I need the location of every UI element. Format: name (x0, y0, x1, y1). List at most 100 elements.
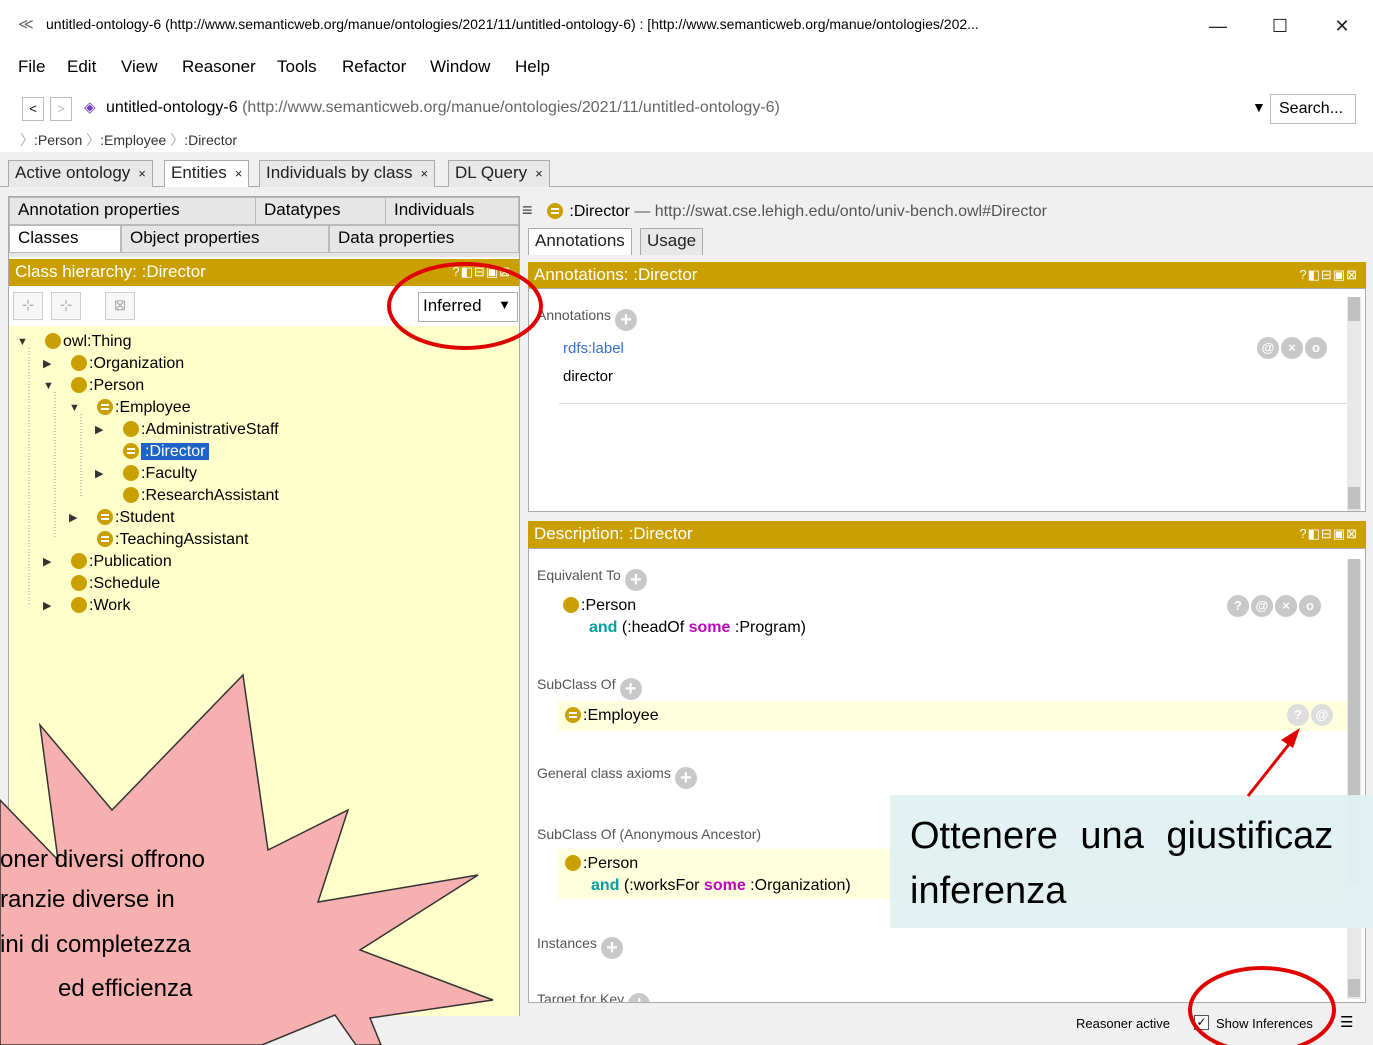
expand-arrow-icon[interactable]: ▶ (43, 552, 51, 572)
tab-individuals-by-class[interactable]: Individuals by class × (259, 160, 436, 187)
subclass-value[interactable]: :Employee (565, 705, 659, 727)
menu-refactor[interactable]: Refactor (342, 57, 406, 77)
ontology-selector[interactable]: untitled-ontology-6 (http://www.semantic… (106, 99, 780, 117)
tab-individuals[interactable]: Individuals (385, 197, 519, 225)
annotation-property[interactable]: rdfs:label (563, 338, 624, 360)
back-button[interactable]: < (22, 97, 44, 121)
tree-node-employee[interactable]: ▼:Employee (69, 398, 191, 418)
description-header: Description: :Director ?◧⊟▣⊠ (528, 521, 1366, 548)
annotation-value: director (563, 368, 614, 385)
delete-icon[interactable]: × (1275, 595, 1297, 617)
tree-node-organization[interactable]: ▶:Organization (43, 354, 184, 374)
tree-node-administrative-staff[interactable]: ▶:AdministrativeStaff (95, 420, 279, 440)
menu-file[interactable]: File (18, 57, 45, 77)
tab-annotations[interactable]: Annotations (528, 228, 632, 255)
view-control-icons[interactable]: ?◧⊟▣⊠ (1299, 526, 1358, 542)
tab-object-properties[interactable]: Object properties (121, 225, 329, 253)
tree-node-teaching-assistant[interactable]: :TeachingAssistant (69, 530, 248, 550)
class-hierarchy-title: Class hierarchy: :Director (15, 262, 206, 281)
view-control-icons[interactable]: ?◧⊟▣⊠ (452, 264, 511, 280)
tab-entities[interactable]: Entities × (164, 160, 250, 187)
menu-edit[interactable]: Edit (67, 57, 96, 77)
forward-button[interactable]: > (50, 97, 72, 121)
equivalent-expression[interactable]: :Person and (:headOf some :Program) (563, 595, 806, 639)
breadcrumb-item[interactable]: :Person (34, 132, 82, 148)
edit-icon[interactable]: o (1299, 595, 1321, 617)
expand-arrow-icon[interactable]: ▶ (69, 508, 77, 528)
add-annotation-icon[interactable]: + (614, 309, 637, 331)
menu-view[interactable]: View (121, 57, 158, 77)
add-subclass-icon[interactable]: ⊹ (13, 292, 43, 320)
log-list-icon[interactable]: ☰ (1340, 1013, 1353, 1031)
expand-arrow-icon[interactable]: ▶ (95, 420, 103, 440)
tree-node-research-assistant[interactable]: :ResearchAssistant (95, 486, 279, 506)
add-sibling-icon[interactable]: ⊹ (51, 292, 81, 320)
tab-usage[interactable]: Usage (640, 228, 704, 255)
tree-node-faculty[interactable]: ▶:Faculty (95, 464, 197, 484)
minimize-button[interactable]: — (1198, 10, 1238, 42)
class-icon (123, 421, 139, 437)
tab-active-ontology[interactable]: Active ontology × (8, 160, 153, 187)
delete-class-icon[interactable]: ⊠ (105, 292, 135, 320)
breadcrumb-item[interactable]: :Employee (100, 132, 166, 148)
collapse-arrow-icon[interactable]: ▼ (43, 376, 54, 396)
annotations-scrollbar[interactable] (1347, 297, 1361, 511)
anonymous-ancestor-expression[interactable]: :Person and (:worksFor some :Organizatio… (565, 853, 851, 897)
inferred-row-highlight (557, 701, 1347, 731)
annotations-section-label: Annotations + (537, 307, 637, 331)
close-tab-icon[interactable]: × (420, 166, 428, 181)
add-key-icon[interactable]: + (628, 993, 651, 1002)
tree-node-owl-thing[interactable]: ▼ owl:Thing (17, 332, 131, 352)
status-bar: Reasoner active ✓ Show Inferences ☰ (528, 1010, 1373, 1038)
tree-node-student[interactable]: ▶:Student (69, 508, 175, 528)
expand-arrow-icon[interactable]: ▶ (43, 354, 51, 374)
close-button[interactable]: ✕ (1322, 10, 1362, 42)
close-tab-icon[interactable]: × (235, 166, 243, 181)
tab-annotation-properties[interactable]: Annotation properties (9, 197, 257, 225)
annotate-icon[interactable]: @ (1251, 595, 1273, 617)
maximize-button[interactable]: ☐ (1260, 10, 1300, 42)
view-menu-icon[interactable]: ≡ (522, 200, 533, 220)
ontology-dropdown-arrow-icon[interactable]: ▼ (1252, 99, 1266, 115)
expand-arrow-icon[interactable]: ▶ (95, 464, 103, 484)
menu-bar: File Edit View Reasoner Tools Refactor W… (0, 52, 1373, 82)
collapse-arrow-icon[interactable]: ▼ (17, 332, 28, 352)
protege-logo-icon: ≪ (18, 16, 34, 33)
tree-node-publication[interactable]: ▶:Publication (43, 552, 172, 572)
explain-inference-icon[interactable]: ? (1287, 704, 1309, 726)
menu-reasoner[interactable]: Reasoner (182, 57, 256, 77)
close-tab-icon[interactable]: × (138, 166, 146, 181)
add-superclass-icon[interactable]: + (619, 678, 642, 700)
tree-node-schedule[interactable]: :Schedule (43, 574, 160, 594)
tab-datatypes[interactable]: Datatypes (255, 197, 387, 225)
annotate-icon[interactable]: @ (1257, 337, 1279, 359)
edit-icon[interactable]: o (1305, 337, 1327, 359)
tree-node-person[interactable]: ▼:Person (43, 376, 144, 396)
tab-dl-query[interactable]: DL Query × (448, 160, 550, 187)
menu-help[interactable]: Help (515, 57, 550, 77)
explain-icon[interactable]: ? (1227, 595, 1249, 617)
breadcrumb-item[interactable]: :Director (184, 132, 237, 148)
annotations-view: Annotations + rdfs:label director @ × o (528, 288, 1366, 512)
add-axiom-icon[interactable]: + (674, 767, 697, 789)
hierarchy-mode-select[interactable]: Inferred ▼ (418, 292, 518, 322)
add-equivalent-icon[interactable]: + (624, 569, 647, 591)
show-inferences-checkbox[interactable]: ✓ (1194, 1015, 1209, 1030)
class-icon (123, 465, 139, 481)
tree-node-work[interactable]: ▶:Work (43, 596, 130, 616)
class-icon (71, 553, 87, 569)
collapse-arrow-icon[interactable]: ▼ (69, 398, 80, 418)
tree-node-director[interactable]: :Director (95, 442, 210, 462)
search-button[interactable]: Search... (1270, 94, 1356, 124)
menu-window[interactable]: Window (430, 57, 490, 77)
tab-data-properties[interactable]: Data properties (329, 225, 519, 253)
annotate-icon[interactable]: @ (1311, 704, 1333, 726)
expand-arrow-icon[interactable]: ▶ (43, 596, 51, 616)
view-control-icons[interactable]: ?◧⊟▣⊠ (1299, 267, 1358, 283)
tab-classes[interactable]: Classes (9, 225, 121, 253)
delete-icon[interactable]: × (1281, 337, 1303, 359)
add-instance-icon[interactable]: + (600, 937, 623, 959)
menu-tools[interactable]: Tools (277, 57, 317, 77)
description-scrollbar[interactable] (1347, 559, 1361, 999)
close-tab-icon[interactable]: × (535, 166, 543, 181)
